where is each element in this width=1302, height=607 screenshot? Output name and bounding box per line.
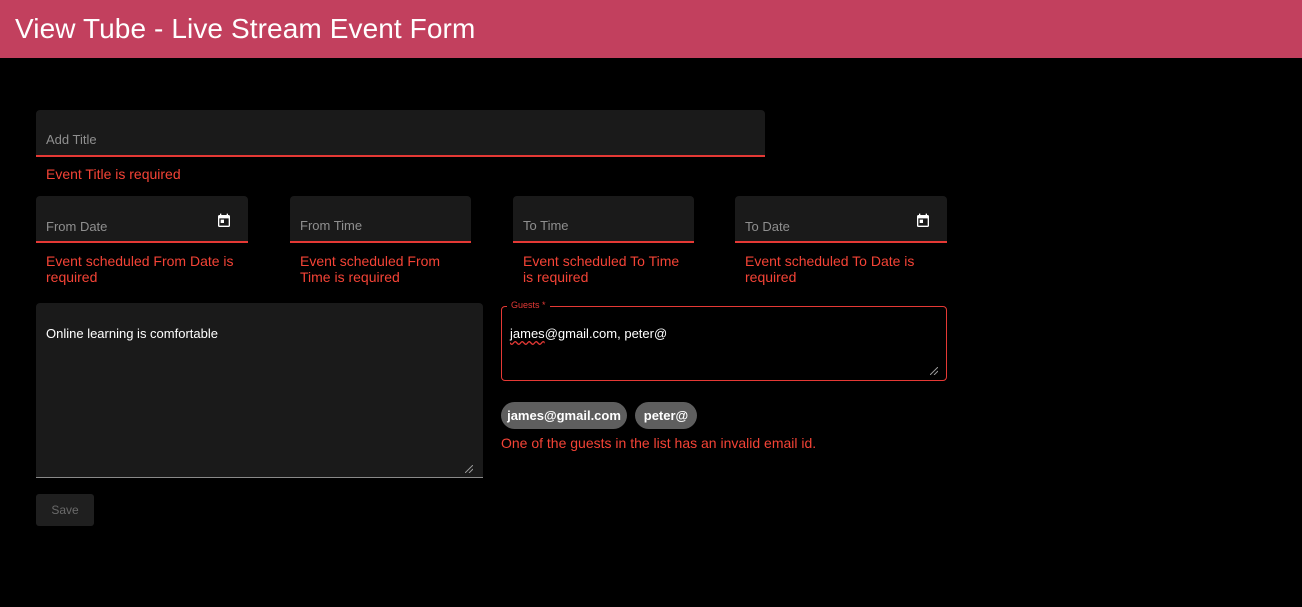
save-button[interactable]: Save [36, 494, 94, 526]
guests-error: One of the guests in the list has an inv… [501, 435, 817, 451]
resize-handle-icon[interactable] [464, 460, 474, 474]
guests-value-misspelled: james [510, 326, 545, 341]
guest-chip[interactable]: peter@ [635, 402, 697, 429]
to-date-label: To Date [745, 219, 790, 234]
from-date-label: From Date [46, 219, 108, 234]
to-time-label: To Time [523, 218, 569, 233]
guests-value-rest: @gmail.com, peter@ [544, 326, 668, 341]
to-time-input[interactable]: To Time [513, 196, 694, 243]
to-date-input[interactable]: To Date [735, 196, 947, 243]
guests-textarea[interactable]: Guests * james@gmail.com, peter@ [501, 300, 947, 381]
guest-chip[interactable]: james@gmail.com [501, 402, 627, 429]
to-time-error: Event scheduled To Time is required [523, 253, 680, 285]
title-error: Event Title is required [46, 166, 181, 182]
to-date-error: Event scheduled To Date is required [745, 253, 915, 285]
app-bar: View Tube - Live Stream Event Form [0, 0, 1302, 58]
from-time-error: Event scheduled From Time is required [300, 253, 441, 285]
guests-label: Guests * [507, 300, 550, 310]
description-value: Online learning is comfortable [46, 326, 218, 341]
title-placeholder: Add Title [46, 132, 97, 147]
from-time-input[interactable]: From Time [290, 196, 471, 243]
description-textarea[interactable]: Online learning is comfortable [36, 303, 483, 478]
from-time-label: From Time [300, 218, 363, 233]
title-input[interactable]: Add Title [36, 110, 765, 157]
guests-value: james@gmail.com, peter@ [510, 326, 667, 341]
calendar-icon[interactable] [915, 213, 931, 229]
from-date-error: Event scheduled From Date is required [46, 253, 234, 285]
resize-handle-icon[interactable] [929, 362, 939, 376]
calendar-icon[interactable] [216, 213, 232, 229]
page-title: View Tube - Live Stream Event Form [15, 13, 476, 44]
from-date-input[interactable]: From Date [36, 196, 248, 243]
